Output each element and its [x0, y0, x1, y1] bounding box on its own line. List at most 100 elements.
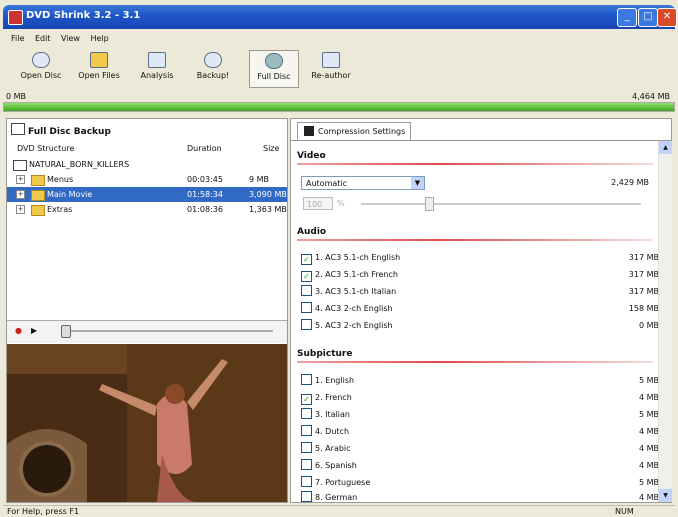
open-files-label: Open Files — [78, 71, 120, 80]
subpicture-row[interactable]: 7. Portuguese 5 MB — [301, 476, 659, 490]
subpicture-label: 5. Arabic — [315, 444, 351, 453]
row-size: 9 MB — [249, 175, 270, 184]
menu-view[interactable]: View — [61, 32, 80, 46]
menu-edit[interactable]: Edit — [35, 32, 51, 46]
subpicture-size: 4 MB — [638, 427, 659, 436]
folder-icon — [31, 205, 45, 216]
tab-compression-settings[interactable]: Compression Settings — [297, 122, 411, 141]
subpicture-row[interactable]: 5. Arabic 4 MB — [301, 442, 659, 456]
re-author-button[interactable]: Re-author — [307, 50, 355, 86]
audio-track-row[interactable]: 3. AC3 5.1-ch Italian 317 MB — [301, 285, 659, 299]
size-right-label: 4,464 MB — [632, 92, 670, 101]
subpicture-row[interactable]: 6. Spanish 4 MB — [301, 459, 659, 473]
audio-track-row[interactable]: 5. AC3 2-ch English 0 MB — [301, 319, 659, 333]
folder-icon — [90, 52, 108, 68]
subpicture-checkbox[interactable] — [301, 442, 312, 453]
col-duration[interactable]: Duration — [187, 144, 222, 153]
title-bar: DVD Shrink 3.2 - 3.1 _ □ ✕ — [3, 5, 677, 29]
close-button[interactable]: ✕ — [657, 8, 677, 27]
menu-help[interactable]: Help — [91, 32, 109, 46]
row-duration: 01:08:36 — [187, 205, 223, 214]
row-name: Extras — [47, 205, 73, 214]
full-disc-icon — [265, 53, 283, 69]
re-author-icon — [322, 52, 340, 68]
video-size: 2,429 MB — [611, 178, 649, 187]
audio-track-row[interactable]: ✓ 2. AC3 5.1-ch French 317 MB — [301, 268, 659, 282]
audio-checkbox[interactable]: ✓ — [301, 254, 312, 265]
subpicture-row[interactable]: 1. English 5 MB — [301, 374, 659, 388]
backup-button[interactable]: Backup! — [189, 50, 237, 86]
subpicture-checkbox[interactable] — [301, 425, 312, 436]
seek-track[interactable] — [63, 330, 273, 332]
audio-section-rule — [297, 239, 653, 241]
maximize-button[interactable]: □ — [638, 8, 658, 27]
seek-handle[interactable] — [61, 325, 71, 338]
audio-track-size: 158 MB — [628, 304, 659, 313]
disc-usage-fill — [4, 103, 674, 111]
structure-tree: NATURAL_BORN_KILLERS + Menus 00:03:45 9 … — [7, 157, 287, 217]
expand-icon[interactable]: + — [16, 205, 25, 214]
scroll-down-icon[interactable]: ▼ — [659, 489, 672, 502]
analysis-icon — [148, 52, 166, 68]
subpicture-size: 5 MB — [638, 478, 659, 487]
play-button[interactable]: ▶ — [31, 326, 37, 335]
subpicture-checkbox[interactable] — [301, 476, 312, 487]
expand-icon[interactable]: + — [16, 190, 25, 199]
analysis-button[interactable]: Analysis — [133, 50, 181, 86]
compression-icon — [304, 126, 314, 136]
compression-slider-track[interactable] — [361, 203, 641, 205]
subpicture-checkbox[interactable] — [301, 491, 312, 502]
audio-track-row[interactable]: 4. AC3 2-ch English 158 MB — [301, 302, 659, 316]
subpicture-row[interactable]: ✓ 2. French 4 MB — [301, 391, 659, 405]
menu-file[interactable]: File — [11, 32, 24, 46]
expand-icon[interactable]: + — [16, 175, 25, 184]
subpicture-row[interactable]: 3. Italian 5 MB — [301, 408, 659, 422]
compression-slider-handle[interactable] — [425, 197, 434, 211]
subpicture-checkbox[interactable] — [301, 459, 312, 470]
subpicture-row[interactable]: 8. German 4 MB — [301, 491, 659, 502]
audio-checkbox[interactable] — [301, 302, 312, 313]
disc-usage-bar — [3, 102, 675, 112]
tree-root[interactable]: NATURAL_BORN_KILLERS — [7, 157, 287, 172]
tab-label: Compression Settings — [318, 127, 406, 136]
subpicture-size: 4 MB — [638, 493, 659, 502]
compression-percent-input[interactable]: 100 — [303, 197, 333, 210]
re-author-label: Re-author — [311, 71, 351, 80]
open-files-button[interactable]: Open Files — [75, 50, 123, 86]
video-mode-select[interactable]: Automatic ▼ — [301, 176, 425, 190]
window-title: DVD Shrink 3.2 - 3.1 — [26, 10, 141, 21]
full-disc-button[interactable]: Full Disc — [249, 50, 299, 88]
dvd-icon — [13, 160, 27, 171]
video-section-rule — [297, 163, 653, 165]
subpicture-checkbox[interactable] — [301, 374, 312, 385]
disc-icon — [32, 52, 50, 68]
video-preview — [7, 344, 287, 502]
tree-row[interactable]: + Extras 01:08:36 1,363 MB — [7, 202, 287, 217]
row-duration: 00:03:45 — [187, 175, 223, 184]
tree-row[interactable]: + Menus 00:03:45 9 MB — [7, 172, 287, 187]
audio-track-row[interactable]: ✓ 1. AC3 5.1-ch English 317 MB — [301, 251, 659, 265]
audio-checkbox[interactable] — [301, 319, 312, 330]
subpicture-section-header: Subpicture — [297, 349, 353, 359]
minimize-button[interactable]: _ — [617, 8, 637, 27]
audio-track-label: 3. AC3 5.1-ch Italian — [315, 287, 397, 296]
toolbar: Open Disc Open Files Analysis Backup! Fu… — [3, 48, 675, 90]
col-size[interactable]: Size — [263, 144, 279, 153]
vertical-scrollbar[interactable]: ▲ ▼ — [658, 141, 672, 502]
tree-row[interactable]: + Main Movie 01:58:34 3,090 MB — [7, 187, 287, 202]
num-lock-indicator: NUM — [615, 507, 634, 516]
record-button[interactable]: ● — [15, 326, 22, 335]
subpicture-checkbox[interactable] — [301, 408, 312, 419]
row-size: 3,090 MB — [249, 190, 287, 199]
audio-checkbox[interactable]: ✓ — [301, 271, 312, 282]
audio-checkbox[interactable] — [301, 285, 312, 296]
chevron-down-icon[interactable]: ▼ — [411, 177, 424, 189]
col-dvd-structure[interactable]: DVD Structure — [17, 144, 74, 153]
status-text: For Help, press F1 — [7, 507, 80, 516]
scroll-up-icon[interactable]: ▲ — [659, 141, 672, 154]
open-disc-button[interactable]: Open Disc — [17, 50, 65, 86]
subpicture-section-rule — [297, 361, 653, 363]
subpicture-row[interactable]: 4. Dutch 4 MB — [301, 425, 659, 439]
row-size: 1,363 MB — [249, 205, 287, 214]
subpicture-checkbox[interactable]: ✓ — [301, 394, 312, 405]
